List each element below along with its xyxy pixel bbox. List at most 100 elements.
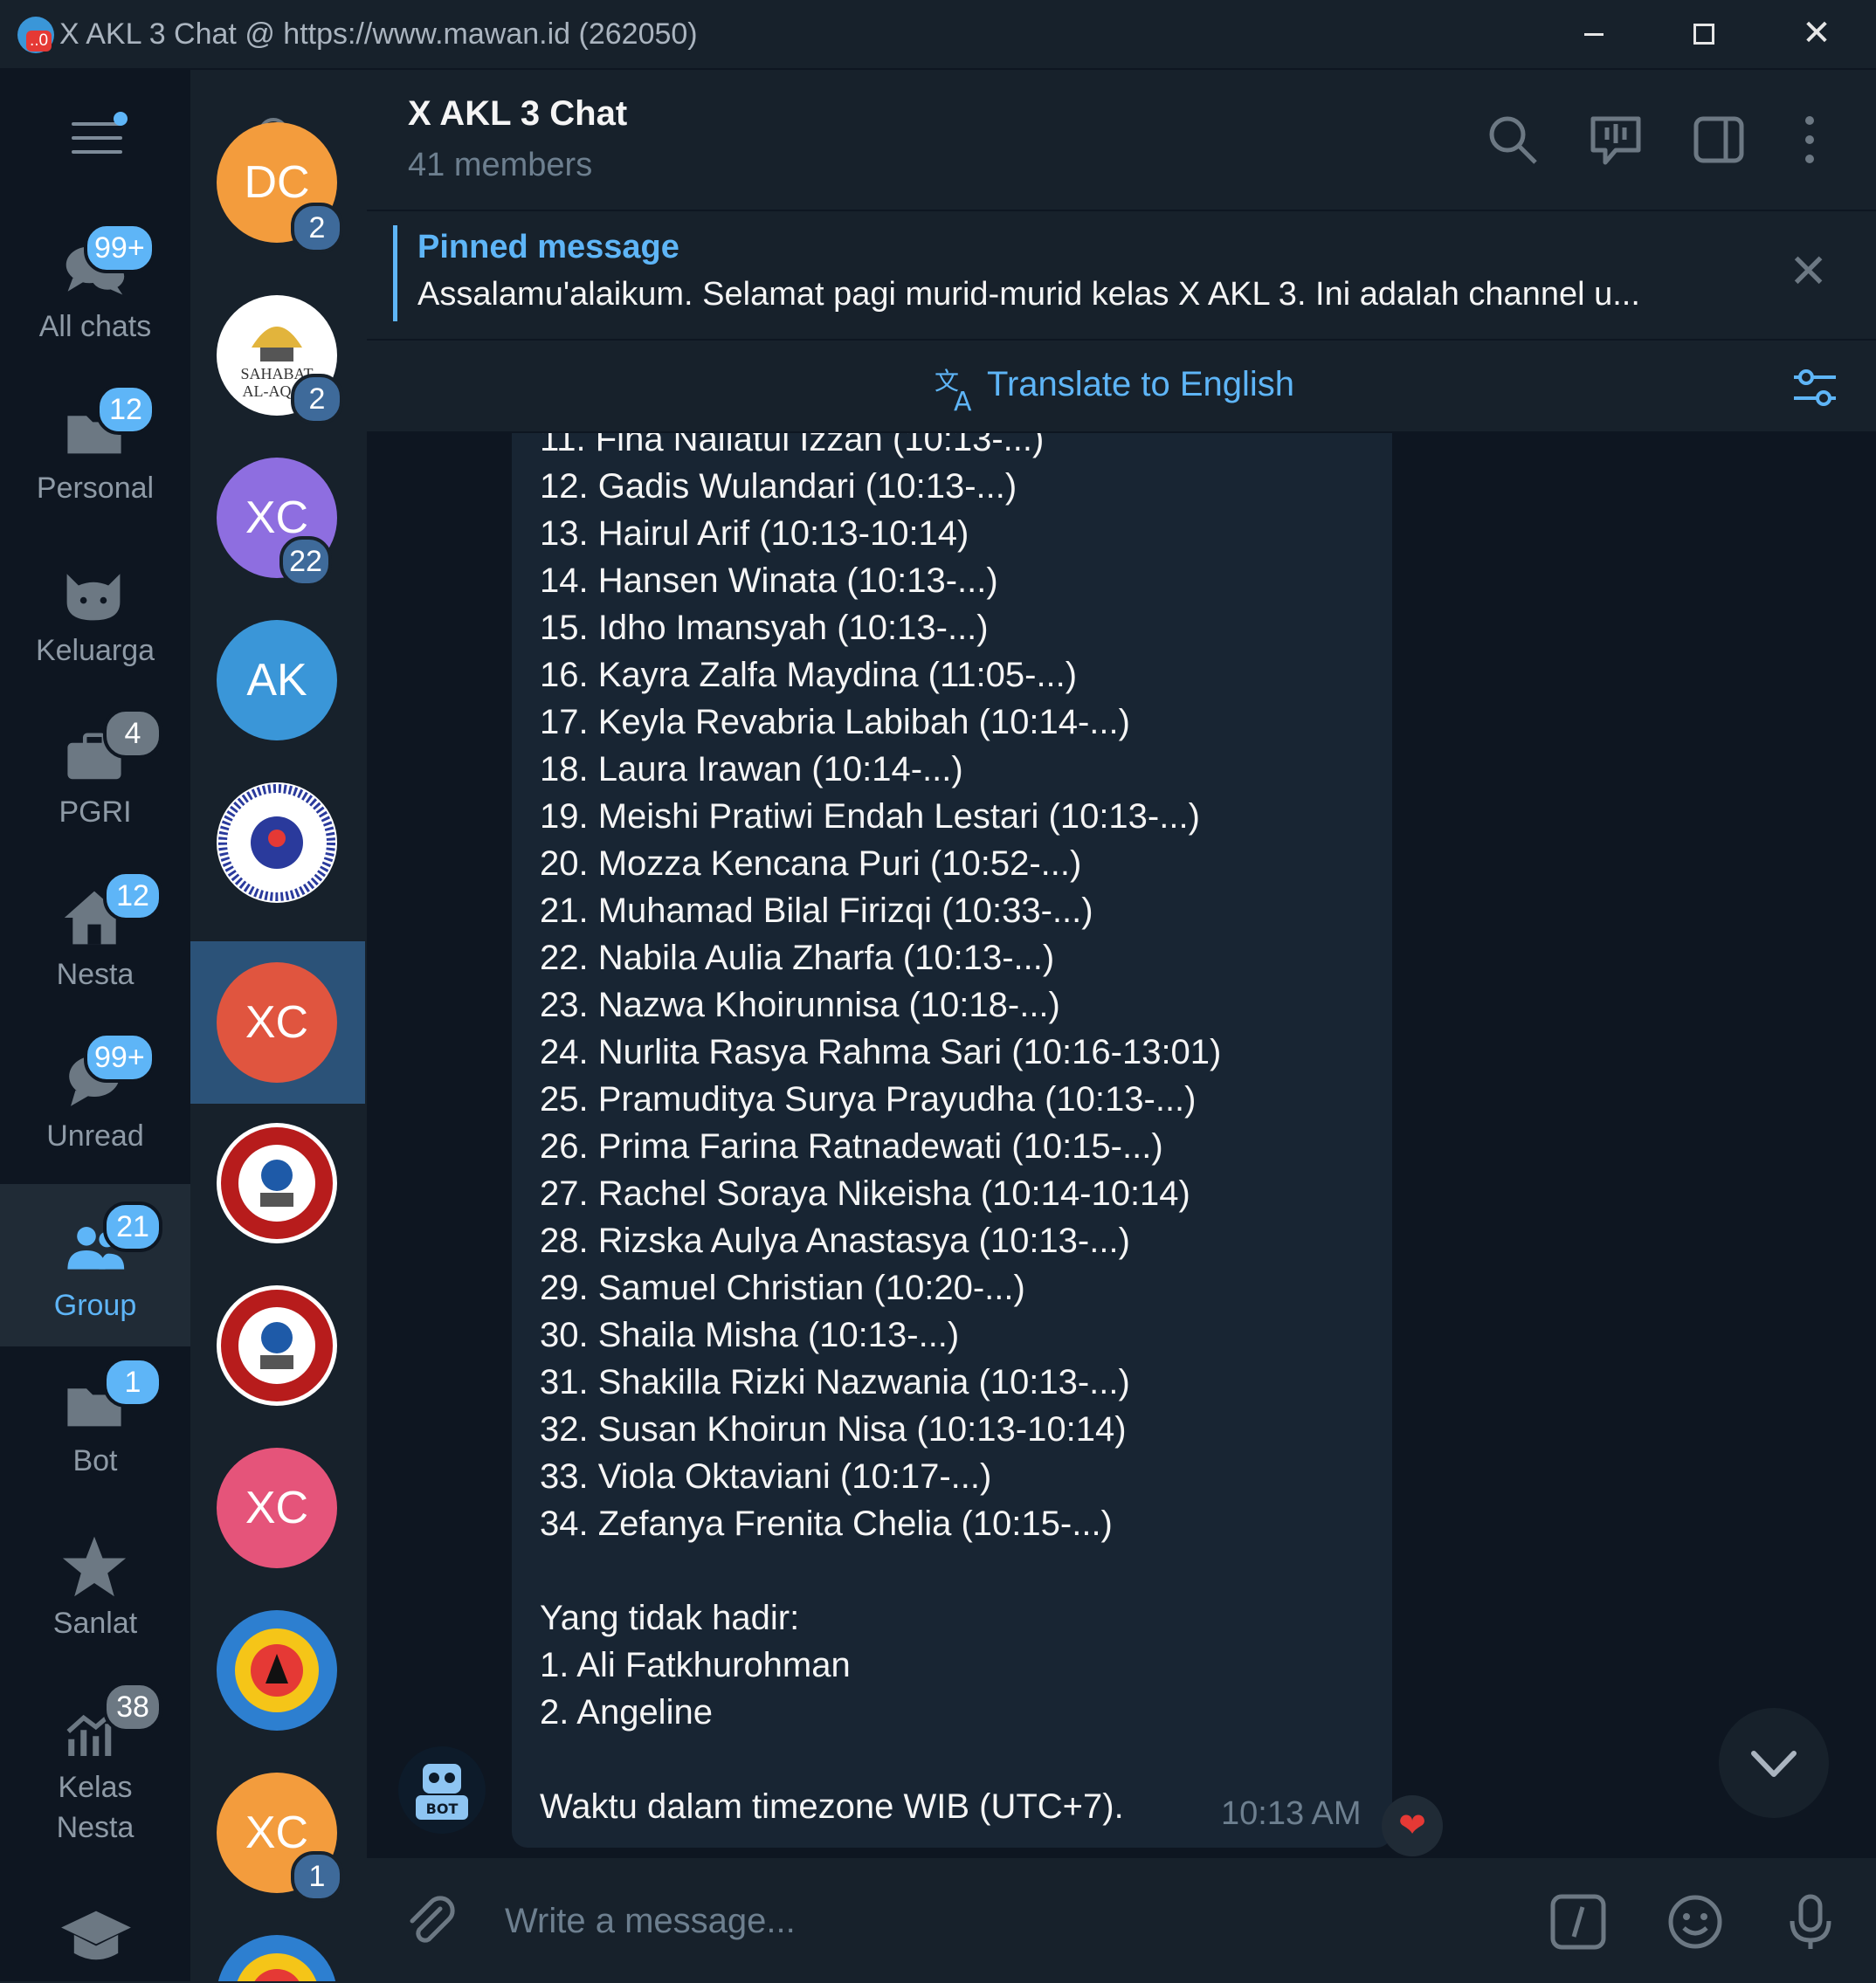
pgri-logo <box>218 784 335 901</box>
chat-list-item[interactable] <box>190 1263 365 1425</box>
sidebar-toggle-icon[interactable] <box>1691 112 1747 168</box>
folder-label: Personal <box>36 472 155 505</box>
message-line: 24. Nurlita Rasya Rahma Sari (10:16-13:0… <box>540 1033 1222 1071</box>
folder-badge: 99+ <box>84 1032 155 1083</box>
folder-label: All chats <box>38 310 152 343</box>
pinned-text: Assalamu'alaikum. Selamat pagi murid-mur… <box>417 276 1640 313</box>
paperclip-icon[interactable] <box>402 1893 458 1949</box>
message-history[interactable]: 11. Fina Nailatul Izzan (10:13-...) 12. G… <box>367 433 1876 1856</box>
chat-list-item-selected[interactable]: XC <box>190 941 365 1104</box>
folder-badge: 21 <box>103 1202 162 1252</box>
folder-label: Sanlat <box>52 1607 138 1640</box>
unread-badge: 22 <box>279 536 332 587</box>
chat-list-item[interactable] <box>190 775 365 938</box>
menu-notification-dot <box>114 112 128 126</box>
pinned-accent-bar <box>393 225 397 321</box>
chat-list-item[interactable] <box>190 1587 365 1750</box>
close-window-button[interactable]: ✕ <box>1797 14 1836 52</box>
folder-nesta[interactable]: 12 Nesta <box>0 853 190 1016</box>
bot-avatar[interactable]: BOT <box>398 1746 486 1834</box>
search-icon[interactable] <box>1485 112 1541 168</box>
message-time: 10:13 AM <box>1221 1795 1362 1832</box>
smk-pgri-logo <box>221 1290 333 1401</box>
live-chat-icon[interactable] <box>1588 112 1644 168</box>
folder-unread[interactable]: 99+ Unread <box>0 1015 190 1177</box>
chat-title[interactable]: X AKL 3 Chat <box>408 94 627 134</box>
message-line: 27. Rachel Soraya Nikeisha (10:14-10:14) <box>540 1174 1190 1213</box>
maximize-button[interactable] <box>1684 14 1722 52</box>
member-count: 41 members <box>408 147 593 183</box>
chat-list: DC 2 SAHABAT AL-AQSA 2 XC 22 AK XC XC XC… <box>190 70 365 1981</box>
app-unread-badge: ..0 <box>26 31 52 52</box>
star-icon <box>62 1536 127 1597</box>
smkn-logo <box>237 1953 317 1981</box>
chat-avatar: XC <box>217 1448 337 1568</box>
message-line: 34. Zefanya Frenita Chelia (10:15-...) <box>540 1504 1113 1543</box>
folder-group[interactable]: 21 Group <box>0 1184 190 1346</box>
microphone-icon[interactable] <box>1782 1893 1839 1951</box>
message-line: 28. Rizska Aulya Anastasya (10:13-...) <box>540 1222 1130 1260</box>
chat-list-item[interactable]: XC 22 <box>190 451 365 613</box>
bot-commands-icon[interactable] <box>1549 1893 1607 1951</box>
translate-button[interactable]: Translate to English <box>987 365 1294 404</box>
folder-label: Kelas Nesta <box>56 1771 134 1844</box>
folder-bot[interactable]: 1 Bot <box>0 1339 190 1502</box>
chat-list-item[interactable]: AK <box>190 613 365 775</box>
chat-avatar <box>217 1610 337 1731</box>
chat-list-item[interactable]: XC 1 <box>190 1750 365 1912</box>
folder-personal[interactable]: 12 Personal <box>0 367 190 529</box>
folder-badge: 1 <box>103 1357 162 1408</box>
folder-pgri[interactable]: 4 PGRI <box>0 691 190 853</box>
folder-label: Group <box>53 1289 137 1322</box>
pinned-message-bar[interactable]: Pinned message Assalamu'alaikum. Selamat… <box>367 211 1876 341</box>
window-title: X AKL 3 Chat @ https://www.mawan.id (262… <box>59 17 698 51</box>
smk-pgri-logo <box>221 1127 333 1239</box>
chat-list-item[interactable]: XC <box>190 1425 365 1587</box>
folder-badge: 12 <box>103 871 162 921</box>
smkn-logo <box>235 1628 319 1712</box>
folder-label: Keluarga <box>35 634 155 667</box>
close-pinned-icon[interactable]: ✕ <box>1789 248 1828 295</box>
message-line: Yang tidak hadir: <box>540 1599 800 1637</box>
chat-avatar <box>217 1123 337 1243</box>
cat-icon <box>66 574 121 621</box>
minimize-button[interactable] <box>1575 14 1613 52</box>
chat-list-item[interactable] <box>190 1100 365 1263</box>
message-line: 11. Fina Nailatul Izzan (10:13-...) <box>540 433 1045 458</box>
folder-all-chats[interactable]: 99+ All chats <box>0 205 190 368</box>
chat-list-item[interactable] <box>190 1912 365 1981</box>
folder-label: Nesta <box>56 958 134 991</box>
folder-badge: 12 <box>96 384 155 435</box>
folder-sidebar: 99+ All chats 12 Personal Keluarga 4 PGR… <box>0 70 190 1981</box>
chat-header[interactable]: X AKL 3 Chat 41 members <box>367 70 1876 211</box>
message-line: 29. Samuel Christian (10:20-...) <box>540 1269 1025 1307</box>
emoji-icon[interactable] <box>1666 1893 1724 1951</box>
translate-settings-icon[interactable] <box>1790 363 1839 412</box>
message-input[interactable] <box>503 1890 1380 1952</box>
message-line: 19. Meishi Pratiwi Endah Lestari (10:13-… <box>540 797 1200 836</box>
chat-avatar <box>217 782 337 903</box>
chevron-down-icon <box>1751 1751 1797 1777</box>
folder-keluarga[interactable]: Keluarga <box>0 529 190 692</box>
message-line: 22. Nabila Aulia Zharfa (10:13-...) <box>540 939 1055 977</box>
unread-badge: 1 <box>291 1851 343 1902</box>
more-options-icon[interactable] <box>1782 112 1838 168</box>
translate-bar[interactable]: 文 A Translate to English <box>367 341 1876 433</box>
heart-reaction-icon[interactable]: ❤ <box>1382 1795 1443 1856</box>
folder-kelas-nesta[interactable]: 38 Kelas Nesta <box>0 1664 190 1856</box>
unread-badge: 2 <box>291 203 343 253</box>
message-line: 17. Keyla Revabria Labibah (10:14-...) <box>540 703 1130 741</box>
graduation-cap-icon[interactable] <box>59 1900 133 1973</box>
message-line: 13. Hairul Arif (10:13-10:14) <box>540 514 969 553</box>
message-line: 16. Kayra Zalfa Maydina (11:05-...) <box>540 656 1078 694</box>
message-line: 2. Angeline <box>540 1693 713 1732</box>
main-menu-button[interactable] <box>72 112 128 157</box>
chat-list-item[interactable]: SAHABAT AL-AQSA 2 <box>190 288 365 451</box>
bot-label: BOT <box>426 1801 459 1817</box>
scroll-to-bottom-button[interactable] <box>1719 1708 1829 1818</box>
chat-avatar <box>217 1285 337 1406</box>
folder-sanlat[interactable]: Sanlat <box>0 1502 190 1664</box>
message-composer <box>367 1856 1876 1983</box>
